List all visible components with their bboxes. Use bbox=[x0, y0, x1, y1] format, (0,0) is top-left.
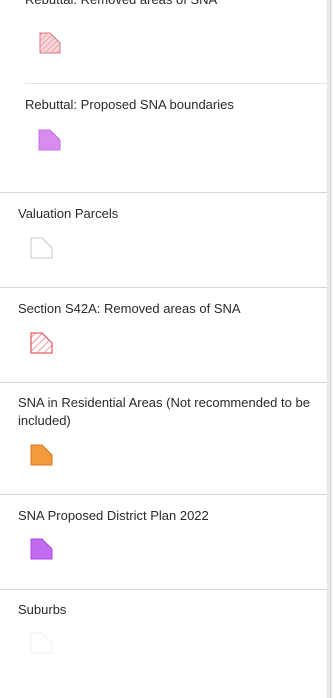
legend-group-sna-district-plan bbox=[0, 494, 330, 590]
outline-polygon-icon bbox=[30, 632, 53, 654]
legend-group-sna-residential bbox=[0, 382, 330, 495]
legend-group-valuation-parcels bbox=[0, 192, 330, 288]
legend-panel: Rebuttal: Removed areas of SNA Rebuttal:… bbox=[0, 0, 331, 698]
scrollbar-track[interactable] bbox=[327, 0, 330, 698]
legend-item-suburbs-title: Suburbs bbox=[18, 602, 67, 617]
legend-group-rebuttal bbox=[0, 0, 330, 193]
legend-group-section-s42a bbox=[0, 287, 330, 383]
